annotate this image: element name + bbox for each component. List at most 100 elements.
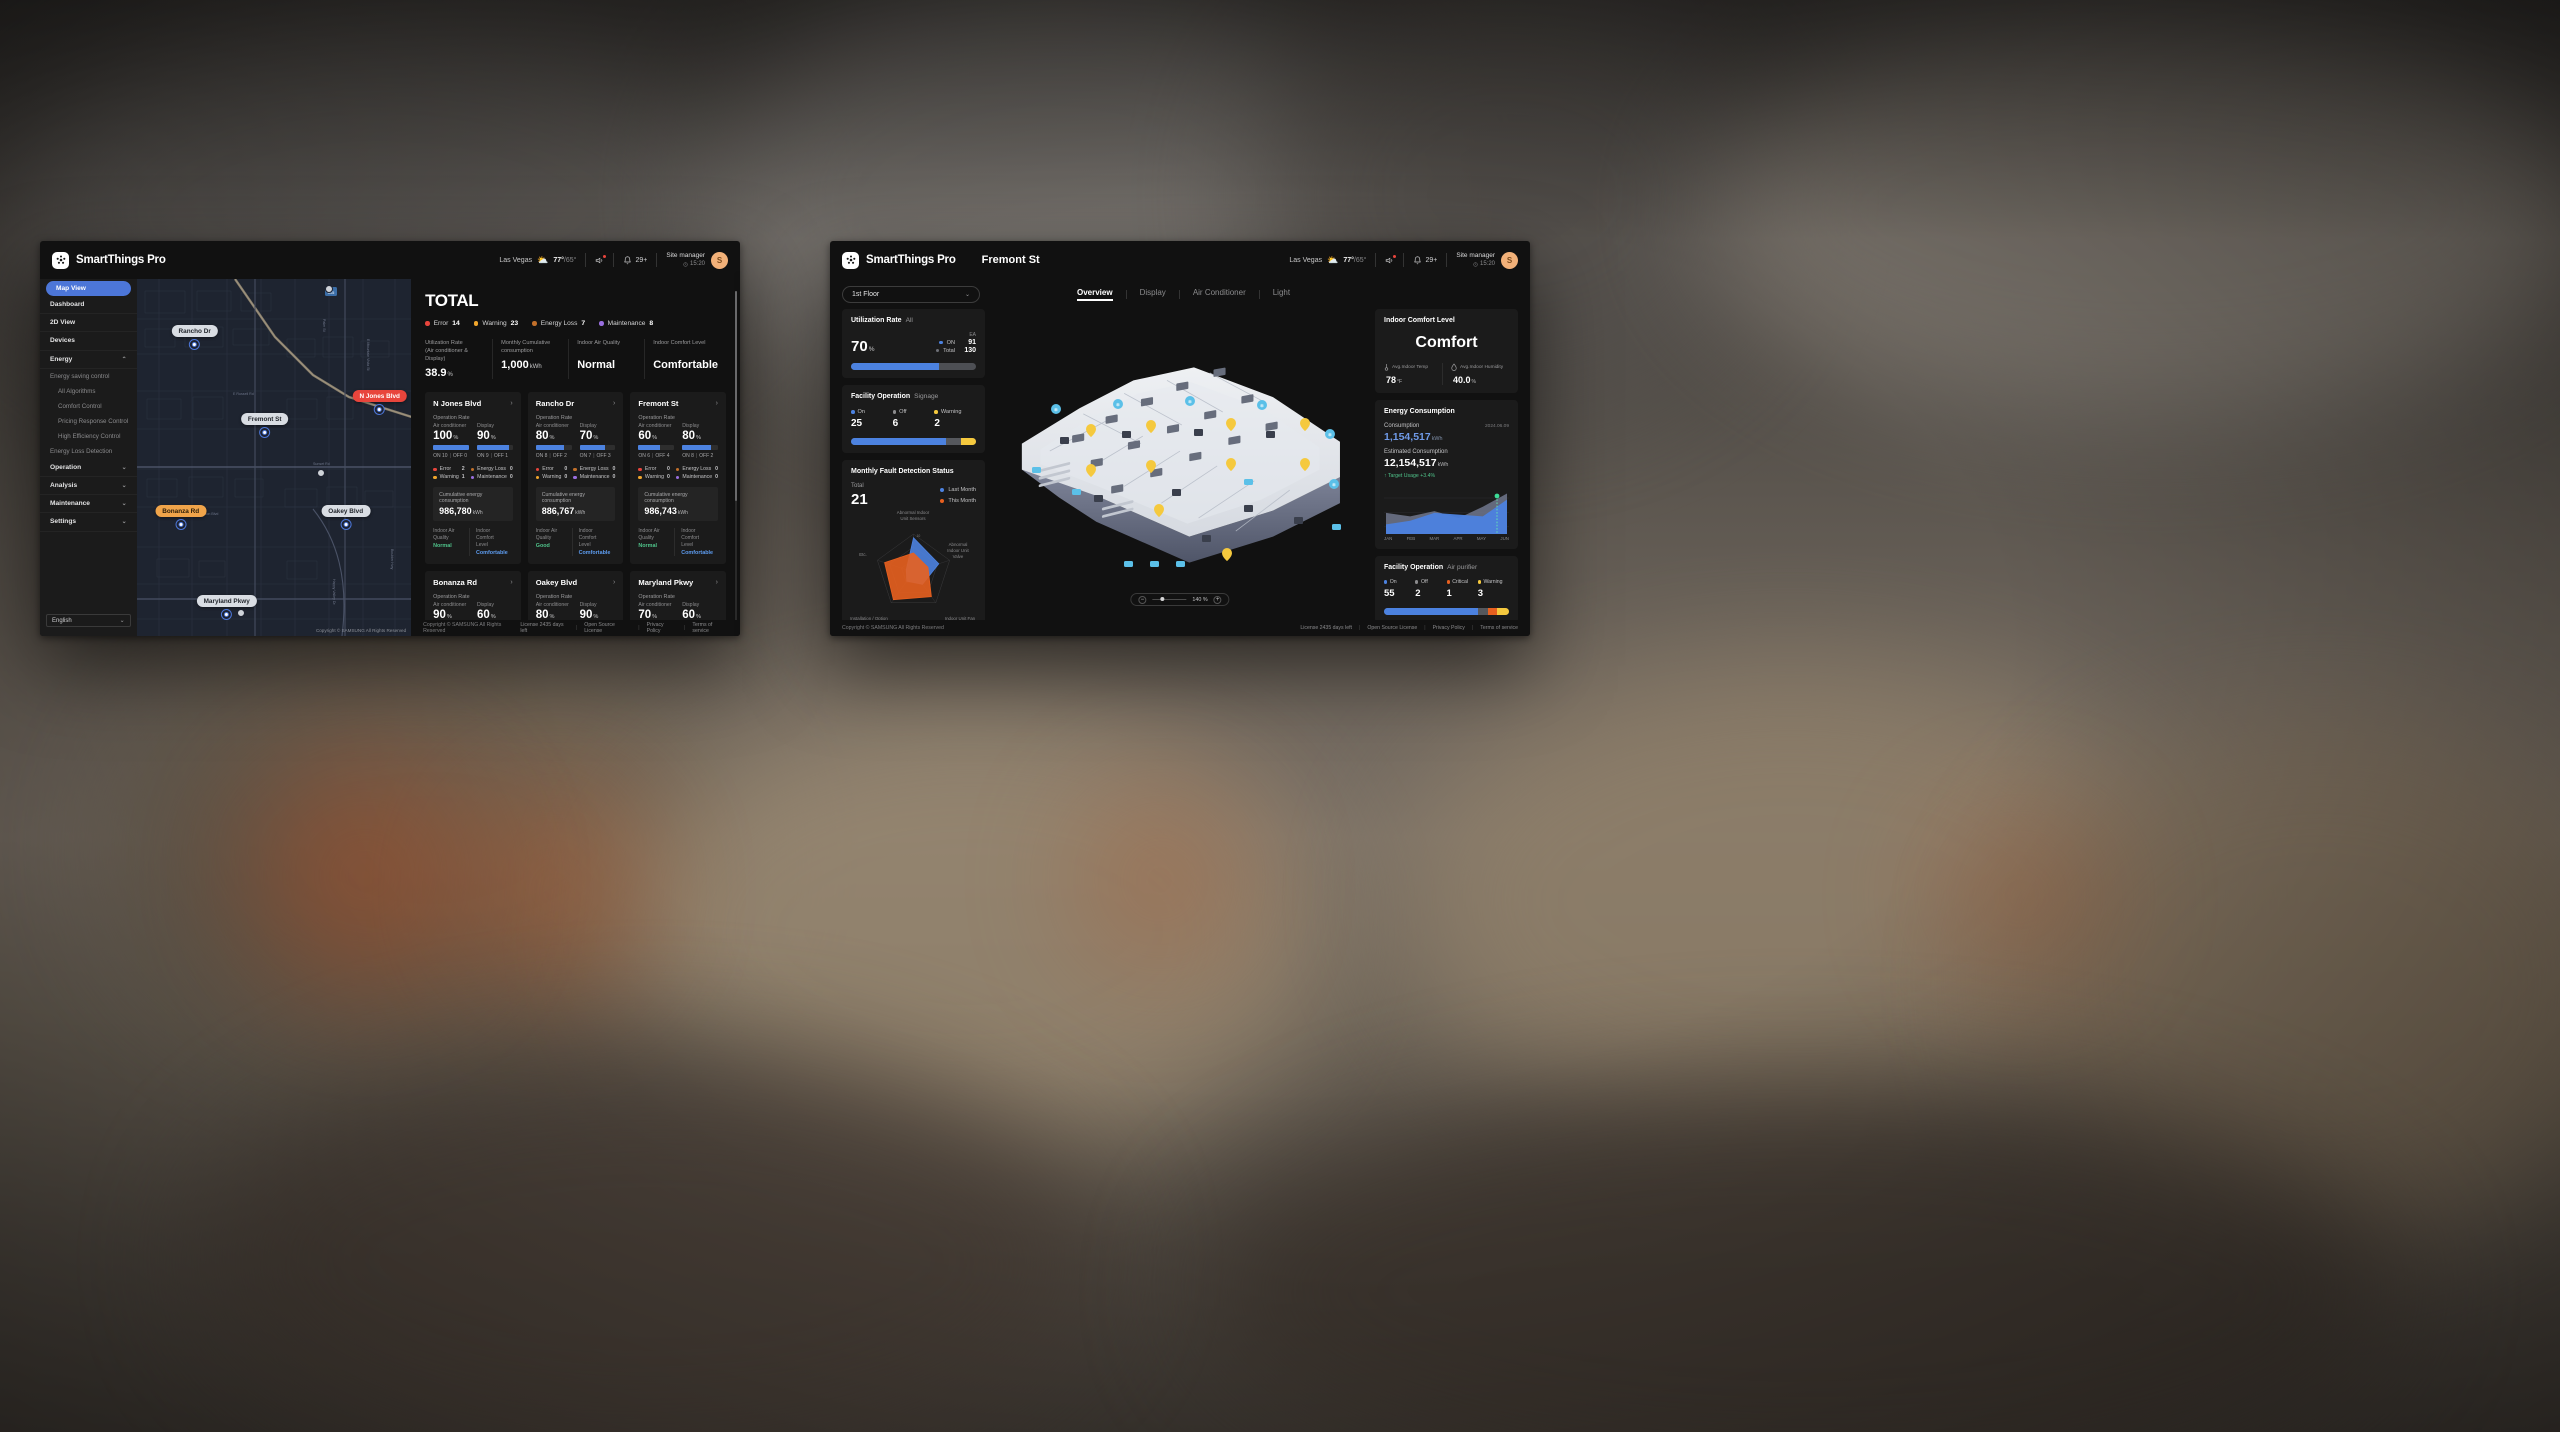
sidebar-item-energy-saving-control[interactable]: Energy saving control [40,369,137,384]
operation-rate-label: Operation Rate [638,594,675,601]
site-card[interactable]: Rancho Dr › Operation Rate Air condition… [527,392,624,565]
sidebar-item-comfort-control[interactable]: Comfort Control [40,399,137,414]
sidebar-item-operation[interactable]: Operation ⌄ [40,459,137,477]
map-pin-maryland-pkwy[interactable]: Maryland Pkwy [196,595,257,619]
sidebar-item-analysis[interactable]: Analysis ⌄ [40,477,137,496]
sidebar-item-high-efficiency-control[interactable]: High Efficiency Control [40,429,137,444]
footer-link-open-source[interactable]: Open Source License [1367,625,1417,631]
map-pin-fremont-st[interactable]: Fremont St [240,413,289,437]
vertical-scrollbar[interactable] [734,291,737,621]
stat-unit: kWh [529,364,542,371]
sidebar-label: Dashboard [50,301,85,309]
panel-title: Facility Operation [1384,564,1444,571]
radar-chart: 10 Abnormal Indoor Unit Sensors Abnormal… [850,510,976,627]
footer-link-terms[interactable]: Terms of service [692,622,728,634]
tab-air-conditioner[interactable]: Air Conditioner [1180,288,1259,301]
footer-link-open-source[interactable]: Open Source License [584,622,631,634]
sidebar-item-devices[interactable]: Devices [40,332,137,351]
tab-label: Display [1139,287,1166,297]
indoor-comfort-level: Indoor Comfort Level Comfortable [674,528,718,557]
tab-display[interactable]: Display [1127,288,1179,301]
sidebar-label: All Algorithms [58,387,96,395]
progress-bar [535,445,572,451]
footer-link-privacy[interactable]: Privacy Policy [647,622,677,634]
avatar-left[interactable]: S [711,251,728,269]
zoom-in-button[interactable]: + [1213,595,1222,604]
fault-detection-panel: Monthly Fault Detection Status Total 21 … [842,460,985,632]
map-pin-n-jones-blvd[interactable]: N Jones Blvd [352,390,407,414]
status-counts: Error 0 Energy Loss 0 Warning 0 Maintenance 0 [638,466,718,480]
sidebar-item-dashboard[interactable]: Dashboard [40,296,137,315]
display-metric: Display 90% ON 9|OFF 1 [476,423,513,459]
chevron-right-icon[interactable]: › [613,579,615,586]
footer-link-privacy[interactable]: Privacy Policy [1433,625,1465,631]
sidebar-item-energy-loss-detection[interactable]: Energy Loss Detection [40,444,137,459]
brand-left[interactable]: SmartThings Pro [52,251,166,269]
chevron-right-icon[interactable]: › [716,579,718,586]
map-marker[interactable] [236,609,245,617]
label: Avg.Indoor Humidity [1460,364,1504,370]
map-pin-rancho-dr[interactable]: Rancho Dr [171,325,218,349]
site-card-title: Oakey Blvd [535,578,578,588]
map-marker[interactable] [324,285,333,293]
map-marker[interactable] [316,469,325,477]
footer-copyright: Copyright © SAMSUNG All Rights Reserved [423,622,502,634]
sidebar-item-map-view[interactable]: Map View [46,281,131,296]
consumption-date: 2024.06.09 [1484,424,1509,429]
site-card[interactable]: Fremont St › Operation Rate Air conditio… [630,392,726,565]
user-menu-left[interactable]: Site manager 15:20 S [666,251,728,269]
footer-link-terms[interactable]: Terms of service [1480,625,1518,631]
map-pin-label: Rancho Dr [171,325,218,337]
sidebar-item-all-algorithms[interactable]: All Algorithms [40,384,137,399]
svg-text:E Russell Rd: E Russell Rd [233,392,254,396]
announcement-button-left[interactable] [595,254,607,265]
map-pin-dot [176,520,186,529]
sidebar-item-energy[interactable]: Energy ⌃ [40,351,137,369]
legend-energy-loss: Energy Loss 7 [532,320,585,327]
floor-plan-viewport[interactable]: ❄ ❄ ❄ ❄ ❄ ❄ − 140 % + [994,309,1366,620]
announcement-badge [603,254,607,258]
chevron-right-icon[interactable]: › [716,400,718,407]
signage-item-warning: Warning 2 [934,409,976,429]
stat-label: Monthly Cumulative consumption [501,340,551,355]
notification-button-right[interactable]: 29+ [1413,255,1437,265]
avatar-right[interactable]: S [1501,251,1518,269]
unit: % [1471,379,1476,385]
display-metric: Display 80% ON 8 | OFF 2 [682,423,718,459]
value: 2 [934,418,940,429]
value: Comfortable [476,550,508,557]
sidebar-label: Analysis [50,482,78,490]
zoom-slider[interactable] [1152,597,1187,601]
zoom-control[interactable]: − 140 % + [1130,593,1230,606]
progress-bar [433,445,469,451]
announcement-button-right[interactable] [1385,254,1397,265]
weather-widget-right: Las Vegas ⛅ 77°/65° [1289,255,1366,266]
map-pin-oakey-blvd[interactable]: Oakey Blvd [321,505,371,529]
value: 55 [1384,588,1395,599]
map-canvas[interactable]: E Russell Rd Sunset Rd Palm St E Mountai… [136,279,412,636]
chevron-right-icon[interactable]: › [510,400,512,407]
chevron-right-icon[interactable]: › [613,400,615,407]
sidebar-item-pricing-response-control[interactable]: Pricing Response Control [40,414,137,429]
brand-right[interactable]: SmartThings Pro [842,251,956,269]
tab-overview[interactable]: Overview [1064,288,1126,301]
language-select[interactable]: English ⌄ [46,614,131,627]
site-card[interactable]: N Jones Blvd › Operation Rate Air condit… [425,392,521,565]
tab-light[interactable]: Light [1260,288,1303,301]
sidebar-item-2d-view[interactable]: 2D View [40,314,137,333]
map-pin-bonanza-rd[interactable]: Bonanza Rd [155,505,207,529]
label: Maintenance [682,474,713,481]
on-value: 91 [968,339,976,346]
sidebar-item-settings[interactable]: Settings ⌄ [40,513,137,532]
user-menu-right[interactable]: Site manager 15:20 S [1456,251,1518,269]
sidebar-label: Pricing Response Control [58,417,129,425]
sidebar-label: Energy saving control [50,372,110,380]
sidebar-item-maintenance[interactable]: Maintenance ⌄ [40,495,137,514]
notification-button-left[interactable]: 29+ [623,255,647,265]
value: Comfortable [578,550,611,557]
zoom-out-button[interactable]: − [1138,595,1147,604]
clock-icon [683,262,688,267]
floor-select[interactable]: 1st Floor ⌄ [842,285,980,303]
chevron-right-icon[interactable]: › [510,579,512,586]
value: 0 [667,474,670,481]
